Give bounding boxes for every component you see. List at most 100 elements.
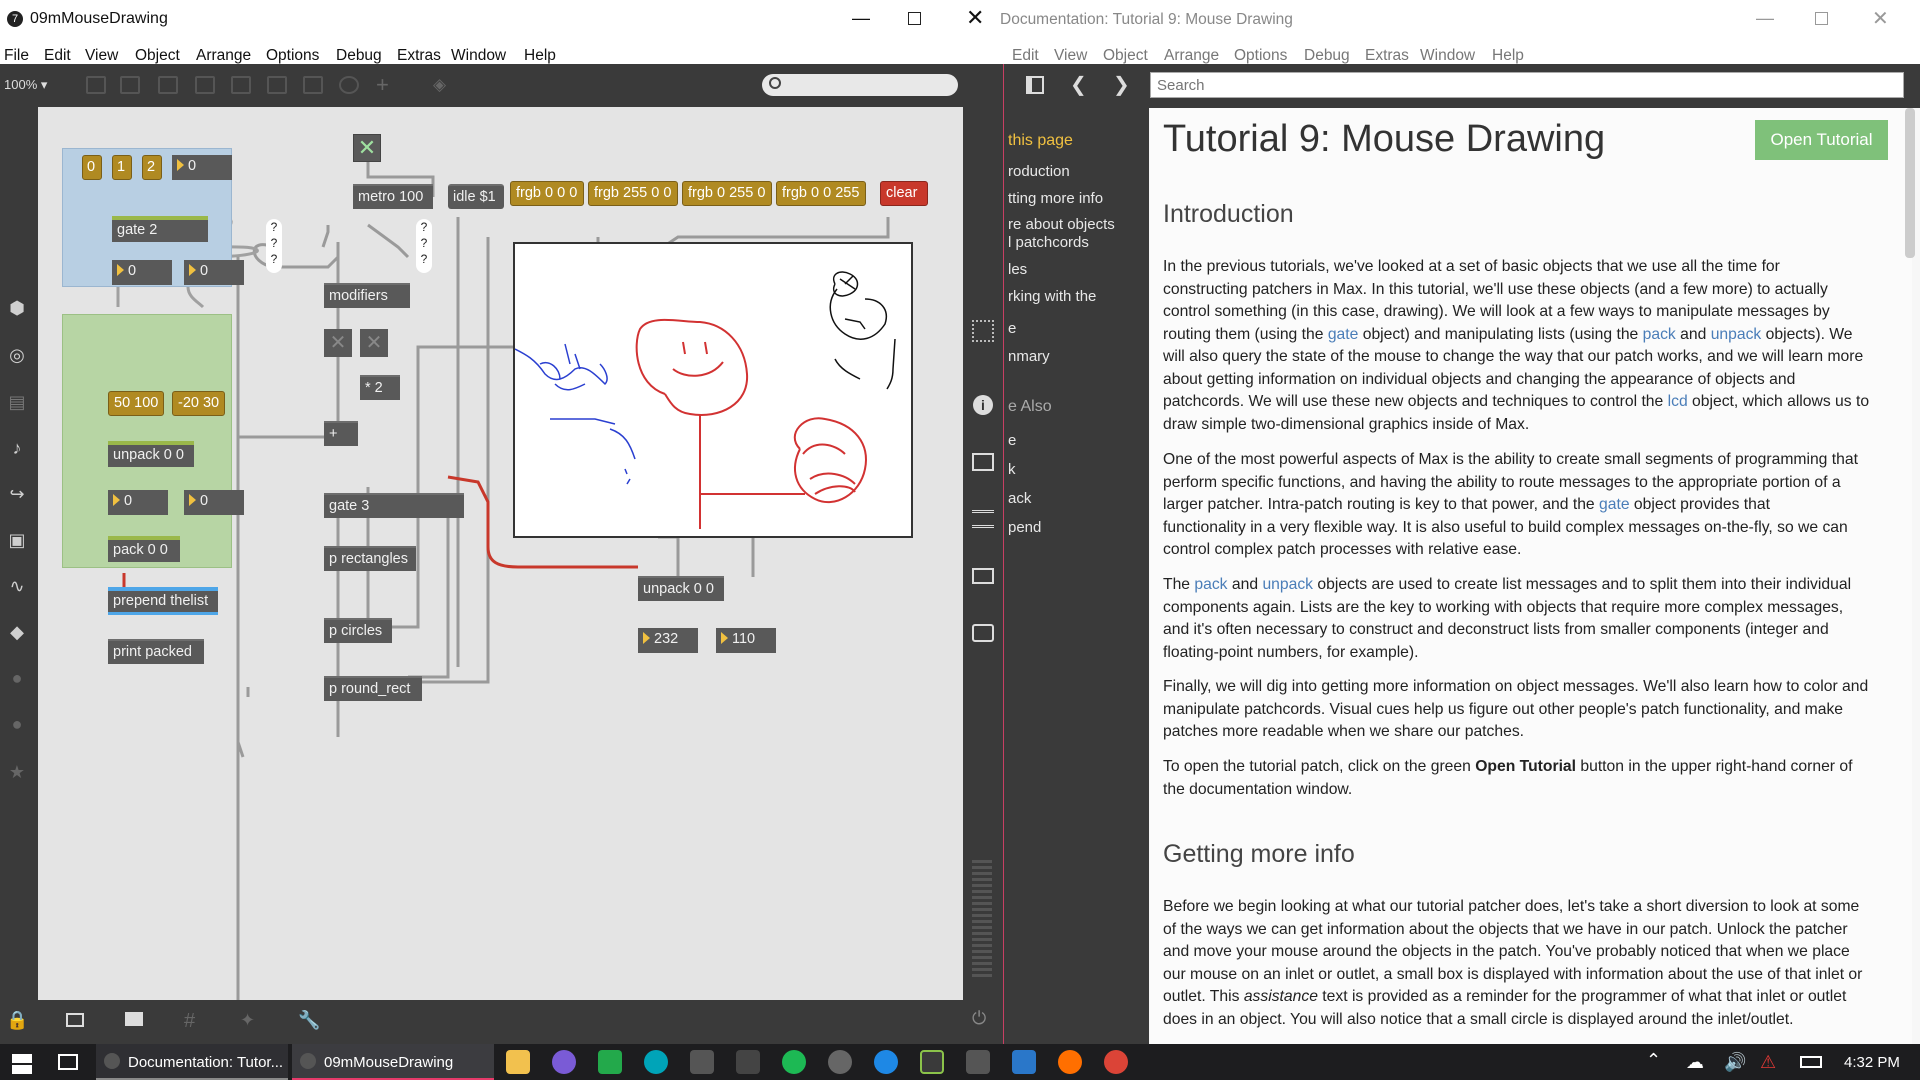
clock[interactable]: 4:32 PM xyxy=(1844,1054,1900,1071)
p-round-rect-object[interactable]: p round_rect xyxy=(324,676,422,701)
lcd-link[interactable]: lcd xyxy=(1668,393,1688,410)
app-icon-dark[interactable] xyxy=(828,1050,852,1074)
unpack-out1-number[interactable]: 0 xyxy=(108,490,168,515)
doc-scrollbar[interactable] xyxy=(1905,108,1915,258)
doc-menu-view[interactable]: View xyxy=(1054,47,1087,65)
nav-see-unpack[interactable]: ack xyxy=(1008,490,1031,507)
windows-icon[interactable] xyxy=(66,1013,84,1027)
frgb-blue-message[interactable]: frgb 0 0 255 xyxy=(776,181,866,206)
new-object-icon[interactable] xyxy=(120,76,140,94)
spotify-icon[interactable] xyxy=(782,1050,806,1074)
comment-icon[interactable] xyxy=(158,76,178,94)
nav-see-prepend[interactable]: pend xyxy=(1008,519,1041,536)
package-icon[interactable]: ⬢ xyxy=(6,298,28,320)
gate-out2-number[interactable]: 0 xyxy=(184,260,244,285)
print-object[interactable]: print packed xyxy=(108,639,204,664)
unpack-object[interactable]: unpack 0 0 xyxy=(108,441,194,467)
clear-message[interactable]: clear xyxy=(880,181,928,206)
circle-icon[interactable]: ◎ xyxy=(6,345,28,367)
app-icon-grey[interactable] xyxy=(690,1050,714,1074)
idle-message[interactable]: idle $1 xyxy=(448,184,504,209)
camera-icon[interactable] xyxy=(972,624,994,642)
menu-help[interactable]: Help xyxy=(524,47,556,65)
sequencer-icon[interactable]: ↪ xyxy=(6,484,28,506)
file-explorer-icon[interactable] xyxy=(506,1050,530,1074)
list-icon[interactable] xyxy=(972,510,994,528)
reference-icon[interactable] xyxy=(972,453,994,471)
gate-link[interactable]: gate xyxy=(1328,326,1359,343)
plus-object[interactable]: + xyxy=(324,421,358,446)
keyboard-icon[interactable]: ▤ xyxy=(6,392,28,414)
menu-view[interactable]: View xyxy=(85,47,118,65)
doc-menu-help[interactable]: Help xyxy=(1492,47,1524,65)
doc-menu-arrange[interactable]: Arrange xyxy=(1164,47,1219,65)
steam-icon[interactable] xyxy=(1012,1050,1036,1074)
app-icon-purple[interactable] xyxy=(552,1050,576,1074)
modifiers-object[interactable]: modifiers xyxy=(324,283,410,308)
maximize-button[interactable] xyxy=(908,12,921,25)
taskbar-patch-task[interactable]: 09mMouseDrawing xyxy=(292,1044,494,1080)
menu-extras[interactable]: Extras xyxy=(397,47,441,65)
doc-menu-debug[interactable]: Debug xyxy=(1304,47,1350,65)
close-button[interactable]: ✕ xyxy=(966,5,984,31)
grid-toggle-icon[interactable]: # xyxy=(184,1010,195,1033)
doc-menu-extras[interactable]: Extras xyxy=(1365,47,1409,65)
back-icon[interactable]: ❮ xyxy=(1070,72,1087,97)
nav-item-e[interactable]: e xyxy=(1008,320,1016,337)
paint-icon[interactable]: ◈ xyxy=(433,75,446,95)
pack-object[interactable]: pack 0 0 xyxy=(108,536,180,562)
gate-msg-0[interactable]: 0 xyxy=(82,155,102,180)
nav-see-pack[interactable]: k xyxy=(1008,461,1016,478)
doc-close-button[interactable]: ✕ xyxy=(1872,6,1889,31)
open-tutorial-button[interactable]: Open Tutorial xyxy=(1755,120,1888,160)
gate-link[interactable]: gate xyxy=(1599,496,1630,513)
info-icon[interactable]: i xyxy=(973,395,993,415)
network-icon[interactable]: ⚠ xyxy=(1760,1052,1776,1073)
nav-getting-more-info[interactable]: tting more info xyxy=(1008,190,1103,207)
button-icon[interactable] xyxy=(195,76,215,94)
p-circles-object[interactable]: p circles xyxy=(324,618,392,643)
nav-patchcords[interactable]: l patchcords xyxy=(1008,234,1089,251)
toggle-a[interactable]: ✕ xyxy=(324,329,352,357)
doc-menu-options[interactable]: Options xyxy=(1234,47,1287,65)
music-note-icon[interactable]: ♪ xyxy=(6,438,28,460)
patcher-canvas[interactable]: 0 1 2 0 gate 2 0 0 ??? 50 100 -20 30 unp… xyxy=(38,107,963,1000)
doc-search-input[interactable] xyxy=(1150,72,1904,98)
unpack-link[interactable]: unpack xyxy=(1262,576,1313,593)
menu-debug[interactable]: Debug xyxy=(336,47,382,65)
image-icon[interactable] xyxy=(267,76,287,94)
forward-icon[interactable]: ❯ xyxy=(1113,72,1130,97)
pycharm-icon[interactable] xyxy=(598,1050,622,1074)
lock-icon[interactable]: 🔒 xyxy=(6,1010,28,1031)
toggle-b[interactable]: ✕ xyxy=(360,329,388,357)
book-icon[interactable] xyxy=(972,568,994,584)
multiply-object[interactable]: * 2 xyxy=(360,375,400,400)
p-rectangles-object[interactable]: p rectangles xyxy=(324,546,416,571)
prepend-object[interactable]: prepend thelist xyxy=(108,587,218,615)
frgb-green-message[interactable]: frgb 0 255 0 xyxy=(682,181,772,206)
nav-summary[interactable]: nmary xyxy=(1008,348,1050,365)
search-input[interactable] xyxy=(762,74,958,96)
app-icon-arrow[interactable] xyxy=(966,1050,990,1074)
dial-icon[interactable] xyxy=(339,76,359,94)
gate-3-object[interactable]: gate 3 xyxy=(324,493,464,518)
paperclip-icon[interactable]: ∿ xyxy=(6,576,28,598)
frgb-black-message[interactable]: frgb 0 0 0 xyxy=(510,181,584,206)
pack-link[interactable]: pack xyxy=(1194,576,1227,593)
mouse-x-number[interactable]: 232 xyxy=(638,628,698,653)
doc-maximize-button[interactable] xyxy=(1815,12,1828,25)
menu-object[interactable]: Object xyxy=(135,47,180,65)
mouse-y-number[interactable]: 110 xyxy=(716,628,776,653)
frgb-red-message[interactable]: frgb 255 0 0 xyxy=(588,181,678,206)
wrench-icon[interactable]: 🔧 xyxy=(298,1010,320,1031)
gate-msg-1[interactable]: 1 xyxy=(112,155,132,180)
live-icon[interactable] xyxy=(736,1050,760,1074)
nav-introduction[interactable]: roduction xyxy=(1008,163,1070,180)
windows-start-icon[interactable] xyxy=(12,1054,32,1074)
grid-icon[interactable] xyxy=(972,320,994,342)
star-icon[interactable]: ★ xyxy=(6,762,28,784)
doc-menu-object[interactable]: Object xyxy=(1103,47,1148,65)
metro-toggle[interactable]: ✕ xyxy=(353,134,381,162)
unpack-out2-number[interactable]: 0 xyxy=(184,490,244,515)
toggle-icon[interactable] xyxy=(231,76,251,94)
